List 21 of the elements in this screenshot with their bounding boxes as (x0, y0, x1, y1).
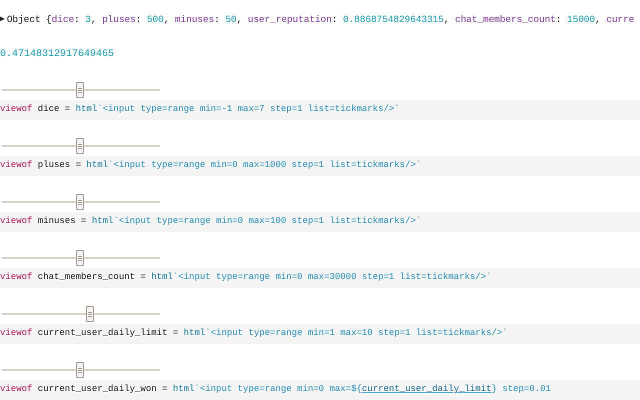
range-slider[interactable] (0, 138, 160, 154)
slider-thumb[interactable] (76, 82, 84, 98)
expand-toggle[interactable]: ▶ (0, 14, 5, 26)
object-output: Object {dice: 3, pluses: 500, minuses: 50, user_reputation: 0.8868754829643315, chat_members_count: 15000, curre (6, 12, 634, 27)
code-line: viewof minuses = html`<input type=range min=0 max=100 step=1 list=tickmarks/>` (0, 215, 422, 228)
number-output: 0.47148312917649465 (0, 48, 114, 62)
range-slider[interactable] (0, 306, 160, 322)
slider-thumb[interactable] (76, 362, 84, 378)
code-line: viewof dice = html`<input type=range min=-1 max=7 step=1 list=tickmarks/>` (0, 103, 400, 116)
code-line: viewof current_user_daily_limit = html`<input type=range min=1 max=10 step=1 list=tickmarks/>` (0, 327, 508, 340)
range-slider[interactable] (0, 250, 160, 266)
slider-thumb[interactable] (76, 194, 84, 210)
code-line: viewof pluses = html`<input type=range min=0 max=1000 step=1 list=tickmarks/>` (0, 159, 422, 172)
range-slider[interactable] (0, 82, 160, 98)
slider-thumb[interactable] (86, 306, 94, 322)
range-slider[interactable] (0, 362, 160, 378)
slider-thumb[interactable] (76, 250, 84, 266)
slider-thumb[interactable] (76, 138, 84, 154)
range-slider[interactable] (0, 194, 160, 210)
code-line: viewof chat_members_count = html`<input type=range min=0 max=30000 step=1 list=tickmarks/>` (0, 271, 492, 284)
code-line: viewof current_user_daily_won = html`<input type=range min=0 max=${current_user_daily_limit} step=0.01 (0, 383, 551, 396)
